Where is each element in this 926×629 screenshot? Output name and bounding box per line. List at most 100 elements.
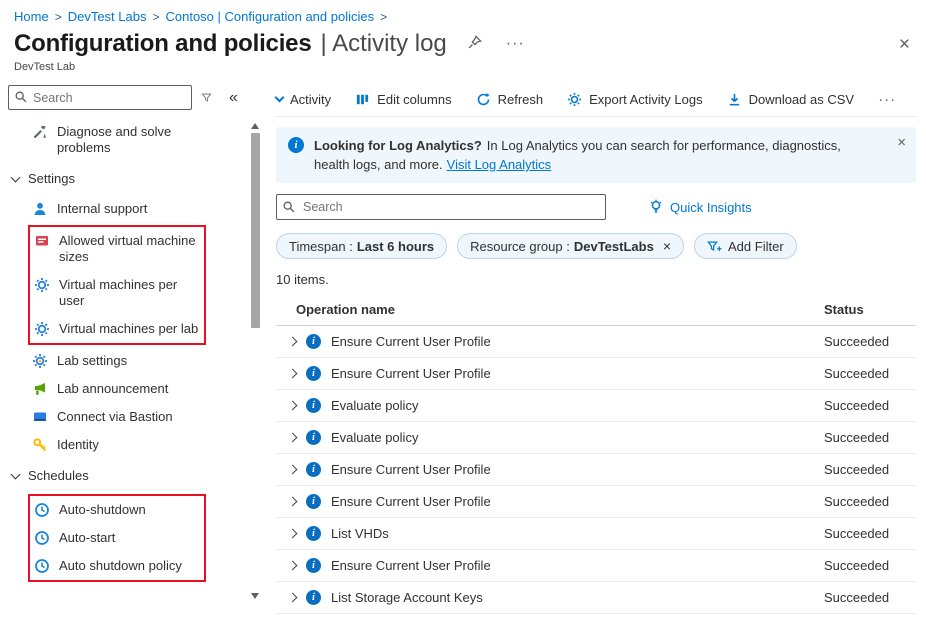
column-status[interactable]: Status bbox=[824, 302, 916, 317]
export-activity-logs-button[interactable]: Export Activity Logs bbox=[567, 92, 702, 107]
remove-filter-icon[interactable]: × bbox=[663, 239, 671, 253]
sidebar-scrollbar[interactable] bbox=[248, 118, 262, 604]
toolbar-label: Download as CSV bbox=[749, 92, 855, 107]
breadcrumb-separator: > bbox=[380, 10, 387, 24]
download-csv-button[interactable]: Download as CSV bbox=[727, 92, 855, 107]
insights-icon bbox=[648, 199, 664, 215]
scrollbar-thumb[interactable] bbox=[251, 133, 260, 328]
items-count: 10 items. bbox=[276, 272, 916, 287]
person-icon bbox=[32, 201, 48, 217]
table-row[interactable]: iEvaluate policy Succeeded bbox=[276, 390, 916, 422]
toolbar-label: Refresh bbox=[498, 92, 544, 107]
sidebar-item-label: Lab announcement bbox=[57, 381, 168, 397]
table-row[interactable]: iEnsure Current User Profile Succeeded bbox=[276, 486, 916, 518]
sidebar-item-auto-shutdown[interactable]: Auto-shutdown bbox=[30, 496, 204, 524]
sidebar-item-label: Internal support bbox=[57, 201, 147, 217]
table-row[interactable]: iEvaluate policy Succeeded bbox=[276, 422, 916, 454]
filter-value: Last 6 hours bbox=[357, 239, 434, 254]
sidebar-item-diagnose[interactable]: Diagnose and solve problems bbox=[8, 118, 248, 162]
gear-icon bbox=[34, 321, 50, 337]
expand-row-icon[interactable] bbox=[288, 433, 298, 443]
banner-title: Looking for Log Analytics? bbox=[314, 138, 482, 153]
scroll-down-icon[interactable] bbox=[251, 593, 259, 599]
edit-columns-button[interactable]: Edit columns bbox=[355, 92, 451, 107]
add-filter-button[interactable]: Add Filter bbox=[694, 233, 797, 259]
status-value: Succeeded bbox=[824, 366, 916, 381]
sidebar-item-label: Auto shutdown policy bbox=[59, 558, 182, 574]
sidebar-item-vm-per-lab[interactable]: Virtual machines per lab bbox=[30, 315, 204, 343]
operation-name: Ensure Current User Profile bbox=[331, 334, 491, 349]
toolbar-more-icon[interactable]: ··· bbox=[878, 91, 896, 108]
toolbar-label: Export Activity Logs bbox=[589, 92, 702, 107]
sidebar-item-lab-announcement[interactable]: Lab announcement bbox=[8, 375, 248, 403]
sidebar-item-allowed-vm-sizes[interactable]: Allowed virtual machine sizes bbox=[30, 227, 204, 271]
sidebar-item-lab-settings[interactable]: Lab settings bbox=[8, 347, 248, 375]
gear-icon bbox=[34, 277, 50, 293]
expand-row-icon[interactable] bbox=[288, 465, 298, 475]
pin-icon[interactable] bbox=[467, 35, 482, 53]
sidebar-item-identity[interactable]: Identity bbox=[8, 431, 248, 459]
visit-log-analytics-link[interactable]: Visit Log Analytics bbox=[447, 157, 552, 172]
chevron-down-icon bbox=[11, 172, 21, 182]
chevron-down-icon bbox=[11, 469, 21, 479]
sidebar-search-input[interactable] bbox=[8, 85, 192, 110]
sidebar-item-auto-shutdown-policy[interactable]: Auto shutdown policy bbox=[30, 552, 204, 580]
timespan-filter-pill[interactable]: Timespan :Last 6 hours bbox=[276, 233, 447, 259]
section-settings[interactable]: Settings bbox=[8, 162, 248, 195]
table-row[interactable]: iEnsure Current User Profile Succeeded bbox=[276, 326, 916, 358]
breadcrumb-home[interactable]: Home bbox=[14, 9, 49, 24]
status-value: Succeeded bbox=[824, 398, 916, 413]
section-label: Schedules bbox=[28, 468, 89, 483]
sidebar-item-connect-bastion[interactable]: Connect via Bastion bbox=[8, 403, 248, 431]
expand-row-icon[interactable] bbox=[288, 337, 298, 347]
table-row[interactable]: iList VHDs Succeeded bbox=[276, 518, 916, 550]
expand-row-icon[interactable] bbox=[288, 529, 298, 539]
sidebar-filter-icon[interactable] bbox=[201, 92, 212, 103]
filter-value: DevTestLabs bbox=[574, 239, 654, 254]
table-row[interactable]: iEnsure Current User Profile Succeeded bbox=[276, 550, 916, 582]
sidebar-nav: Diagnose and solve problems Settings Int… bbox=[8, 118, 248, 604]
gear-icon bbox=[32, 353, 48, 369]
expand-row-icon[interactable] bbox=[288, 593, 298, 603]
sidebar-item-label: Identity bbox=[57, 437, 99, 453]
table-row[interactable]: iEnsure Current User Profile Succeeded bbox=[276, 454, 916, 486]
expand-row-icon[interactable] bbox=[288, 497, 298, 507]
sidebar-item-auto-start[interactable]: Auto-start bbox=[30, 524, 204, 552]
sidebar-item-label: Auto-start bbox=[59, 530, 115, 546]
table-row[interactable]: iList Storage Account Keys Succeeded bbox=[276, 582, 916, 614]
sidebar-item-internal-support[interactable]: Internal support bbox=[8, 195, 248, 223]
operation-name: Ensure Current User Profile bbox=[331, 558, 491, 573]
clock-icon bbox=[34, 558, 50, 574]
close-icon[interactable]: × bbox=[899, 35, 910, 54]
table-header: Operation name Status bbox=[276, 293, 916, 326]
section-schedules[interactable]: Schedules bbox=[8, 459, 248, 492]
breadcrumb-contoso-config[interactable]: Contoso | Configuration and policies bbox=[165, 9, 374, 24]
activity-menu-button[interactable]: Activity bbox=[276, 92, 331, 107]
clock-icon bbox=[34, 502, 50, 518]
info-icon: i bbox=[306, 494, 321, 509]
table-row[interactable]: iEnsure Current User Profile Succeeded bbox=[276, 358, 916, 390]
collapse-sidebar-icon[interactable]: « bbox=[229, 89, 238, 107]
info-icon: i bbox=[306, 366, 321, 381]
operation-name: List VHDs bbox=[331, 526, 389, 541]
add-filter-label: Add Filter bbox=[728, 239, 784, 254]
banner-close-icon[interactable]: × bbox=[897, 134, 906, 151]
operation-name: Evaluate policy bbox=[331, 430, 418, 445]
scroll-up-icon[interactable] bbox=[251, 123, 259, 129]
megaphone-icon bbox=[32, 381, 48, 397]
refresh-button[interactable]: Refresh bbox=[476, 92, 544, 107]
sidebar-item-label: Connect via Bastion bbox=[57, 409, 173, 425]
gear-icon bbox=[567, 92, 582, 107]
expand-row-icon[interactable] bbox=[288, 369, 298, 379]
breadcrumb-devtest-labs[interactable]: DevTest Labs bbox=[68, 9, 147, 24]
header-more-icon[interactable]: ··· bbox=[506, 35, 525, 53]
resource-group-filter-pill[interactable]: Resource group :DevTestLabs × bbox=[457, 233, 684, 259]
expand-row-icon[interactable] bbox=[288, 401, 298, 411]
operation-name: Ensure Current User Profile bbox=[331, 462, 491, 477]
activity-search-input[interactable] bbox=[276, 194, 606, 220]
column-operation-name[interactable]: Operation name bbox=[276, 302, 824, 317]
expand-row-icon[interactable] bbox=[288, 561, 298, 571]
quick-insights-button[interactable]: Quick Insights bbox=[648, 199, 752, 215]
breadcrumb-separator: > bbox=[152, 10, 159, 24]
sidebar-item-vm-per-user[interactable]: Virtual machines per user bbox=[30, 271, 204, 315]
